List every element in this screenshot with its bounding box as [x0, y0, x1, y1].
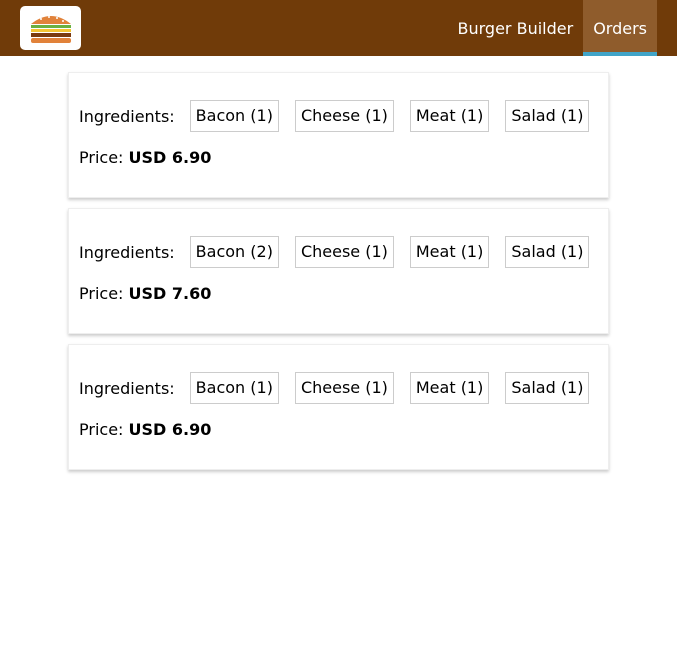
- price-value: USD 6.90: [128, 420, 212, 439]
- ingredients-row: Ingredients: Bacon (1) Cheese (1) Meat (…: [79, 99, 598, 133]
- price-value: USD 6.90: [128, 148, 212, 167]
- ingredient-chip: Bacon (2): [189, 236, 279, 268]
- order-card: Ingredients: Bacon (2) Cheese (1) Meat (…: [68, 208, 609, 334]
- price-value: USD 7.60: [128, 284, 212, 303]
- orders-list: Ingredients: Bacon (1) Cheese (1) Meat (…: [68, 72, 609, 480]
- nav-orders[interactable]: Orders: [583, 0, 657, 56]
- ingredient-chip: Meat (1): [409, 236, 490, 268]
- price-label: Price:: [79, 420, 124, 439]
- ingredient-chip: Bacon (1): [189, 100, 279, 132]
- price-label: Price:: [79, 148, 124, 167]
- ingredient-chip: Cheese (1): [294, 372, 394, 404]
- order-price: Price: USD 6.90: [79, 148, 598, 167]
- nav-burger-builder[interactable]: Burger Builder: [448, 0, 584, 56]
- order-card: Ingredients: Bacon (1) Cheese (1) Meat (…: [68, 344, 609, 470]
- ingredients-row: Ingredients: Bacon (2) Cheese (1) Meat (…: [79, 235, 598, 269]
- ingredient-chip: Bacon (1): [189, 372, 279, 404]
- price-label: Price:: [79, 284, 124, 303]
- ingredients-label: Ingredients:: [79, 106, 175, 126]
- burger-icon: [30, 16, 71, 43]
- ingredients-label: Ingredients:: [79, 242, 175, 262]
- ingredient-chip: Cheese (1): [294, 236, 394, 268]
- ingredient-chip: Salad (1): [505, 372, 590, 404]
- order-price: Price: USD 6.90: [79, 420, 598, 439]
- main-nav: Burger Builder Orders: [448, 0, 657, 56]
- ingredient-chip: Salad (1): [505, 100, 590, 132]
- toolbar: Burger Builder Orders: [0, 0, 677, 56]
- ingredient-chip: Cheese (1): [294, 100, 394, 132]
- ingredient-chip: Salad (1): [505, 236, 590, 268]
- ingredients-label: Ingredients:: [79, 378, 175, 398]
- ingredient-chip: Meat (1): [409, 372, 490, 404]
- ingredients-row: Ingredients: Bacon (1) Cheese (1) Meat (…: [79, 371, 598, 405]
- ingredient-chip: Meat (1): [409, 100, 490, 132]
- order-price: Price: USD 7.60: [79, 284, 598, 303]
- order-card: Ingredients: Bacon (1) Cheese (1) Meat (…: [68, 72, 609, 198]
- burger-logo[interactable]: [20, 6, 81, 50]
